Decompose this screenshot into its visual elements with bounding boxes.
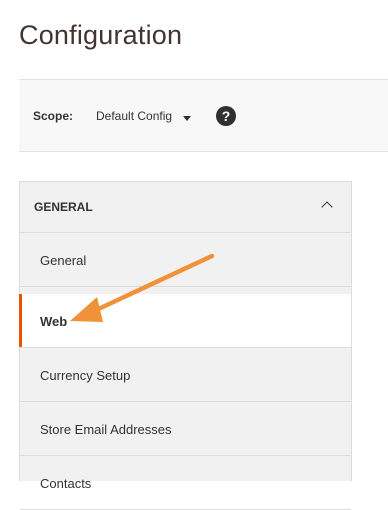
caret-down-icon (183, 116, 191, 121)
scope-switcher[interactable]: Default Config (96, 107, 196, 125)
page-title: Configuration (19, 20, 183, 50)
nav-item-general[interactable]: General (20, 233, 351, 287)
chevron-up-icon (321, 201, 333, 213)
scope-value: Default Config (96, 109, 173, 123)
active-indicator (19, 294, 22, 347)
nav-item-store-email-addresses[interactable]: Store Email Addresses (20, 402, 351, 456)
nav-item-contacts[interactable]: Contacts (20, 456, 351, 510)
scope-label: Scope: (33, 109, 74, 123)
nav-item-label: Currency Setup (40, 368, 131, 383)
nav-item-label: Store Email Addresses (40, 422, 172, 437)
section-header-general[interactable]: GENERAL (20, 182, 351, 233)
config-nav-panel: GENERAL General Web Currency Setup Store… (19, 181, 352, 510)
section-title: GENERAL (34, 200, 93, 214)
nav-item-label: Contacts (40, 476, 92, 491)
scope-bar: Scope: Default Config ? (19, 79, 388, 152)
nav-item-label: General (40, 253, 87, 268)
nav-item-web[interactable]: Web (19, 294, 351, 348)
help-icon[interactable]: ? (216, 106, 236, 126)
nav-item-currency-setup[interactable]: Currency Setup (20, 348, 351, 402)
nav-item-label: Web (40, 314, 68, 329)
